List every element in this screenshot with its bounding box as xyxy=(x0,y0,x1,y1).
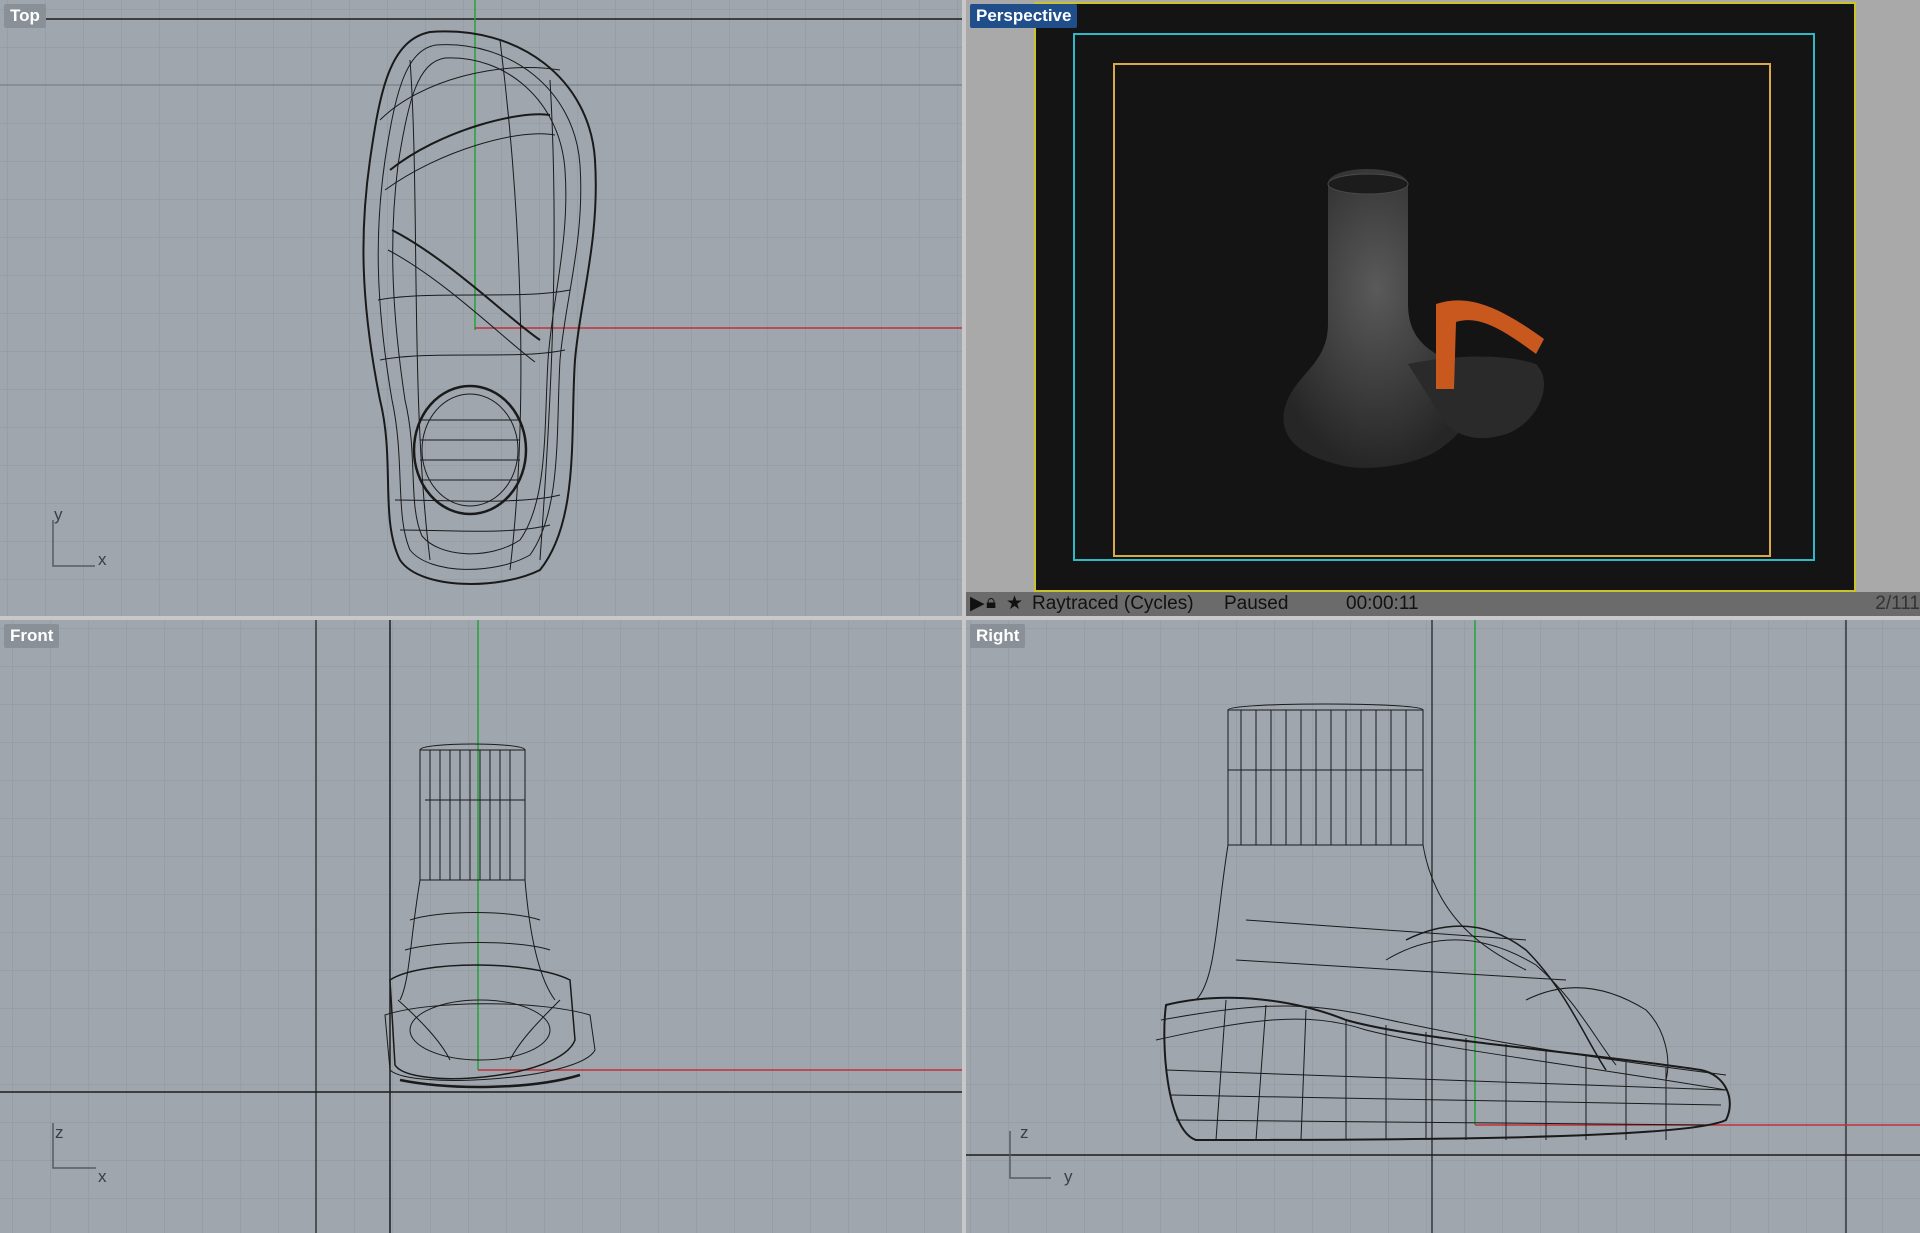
axis-label-a: z xyxy=(55,1123,64,1142)
star-icon[interactable]: ★ xyxy=(1006,592,1023,615)
axis-label-b: x xyxy=(98,550,107,569)
render-scene xyxy=(1073,33,1815,561)
axis-label-a: y xyxy=(54,505,63,524)
axis-label-b: y xyxy=(1064,1167,1073,1186)
axis-label-b: x xyxy=(98,1167,107,1186)
render-time: 00:00:11 xyxy=(1346,593,1419,614)
front-grid xyxy=(0,620,962,1233)
viewport-right[interactable]: Right z y xyxy=(966,620,1920,1233)
render-status-bar: ▶ 🔒︎ ★ Raytraced (Cycles) Paused 00:00:1… xyxy=(966,592,1920,616)
renderer-name: Raytraced (Cycles) xyxy=(1032,593,1194,614)
axis-label-a: z xyxy=(1020,1123,1029,1142)
play-icon[interactable]: ▶ xyxy=(970,592,985,615)
viewport-label-top[interactable]: Top xyxy=(4,4,46,28)
viewport-front[interactable]: Front z x xyxy=(0,620,962,1233)
boot-render xyxy=(1283,169,1545,468)
viewport-label-perspective[interactable]: Perspective xyxy=(970,4,1078,28)
viewport-label-right[interactable]: Right xyxy=(970,624,1026,648)
viewport-label-front[interactable]: Front xyxy=(4,624,60,648)
top-grid xyxy=(0,0,962,616)
safe-frame-mid xyxy=(1073,33,1815,561)
right-grid xyxy=(966,620,1920,1233)
lock-icon[interactable]: 🔒︎ xyxy=(986,592,996,614)
render-canvas xyxy=(1034,2,1856,592)
render-state: Paused xyxy=(1224,593,1289,614)
viewport-top[interactable]: Top y x xyxy=(0,0,962,616)
render-pass: 2/111 xyxy=(1875,593,1920,614)
viewport-perspective[interactable]: Perspective ▶ 🔒︎ ★ Raytraced (Cycles) Pa… xyxy=(966,0,1920,616)
